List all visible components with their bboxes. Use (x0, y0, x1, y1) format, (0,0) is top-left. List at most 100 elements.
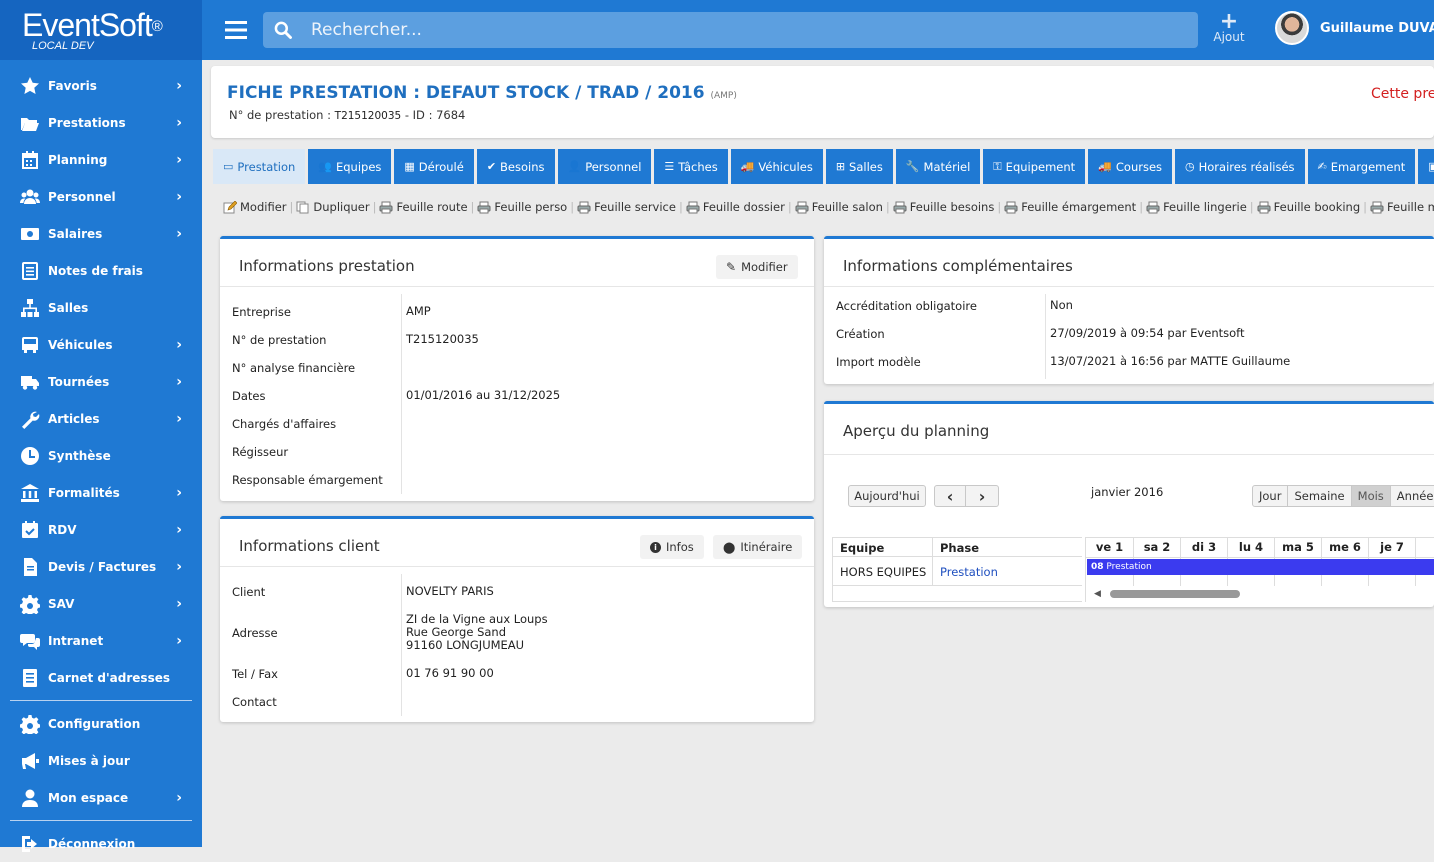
trademark: ® (151, 18, 163, 35)
field-label: Import modèle (836, 355, 921, 369)
gantt-bar[interactable]: 08 Prestation (1087, 559, 1434, 575)
sidebar-item-devis-factures[interactable]: Devis / Factures › (0, 548, 202, 585)
tab-besoins[interactable]: ✔ Besoins (476, 149, 555, 184)
view-jour[interactable]: Jour (1252, 485, 1289, 507)
horizontal-scrollbar[interactable] (1110, 590, 1240, 598)
field-value: 27/09/2019 à 09:54 par Eventsoft (1050, 326, 1245, 340)
search-icon[interactable] (273, 20, 293, 40)
top-bar: + Ajout Guillaume DUVAL (202, 0, 1434, 60)
user-name[interactable]: Guillaume DUVAL (1320, 21, 1434, 36)
sidebar-item-planning[interactable]: Planning › (0, 141, 202, 178)
gantt-head-sep (832, 556, 1082, 557)
action-feuille-besoins[interactable]: Feuille besoins (893, 200, 994, 214)
sidebar-item-configuration[interactable]: Configuration (0, 705, 202, 742)
field-label: Création (836, 327, 885, 341)
copy-icon (296, 201, 310, 214)
sidebar-divider (10, 700, 192, 701)
tab-salaires[interactable]: ▣Salaires (1418, 149, 1434, 184)
tab-horaires-réalisés[interactable]: ◷ Horaires réalisés (1175, 149, 1305, 184)
sidebar-item-favoris[interactable]: Favoris › (0, 67, 202, 104)
sidebar-item-salles[interactable]: Salles (0, 289, 202, 326)
next-button[interactable]: › (965, 485, 999, 507)
prev-button[interactable]: ‹ (934, 485, 966, 507)
nav-label: Tournées (48, 374, 110, 389)
nav-label: Carnet d'adresses (48, 670, 170, 685)
nav-label: Salaires (48, 226, 103, 241)
action-label: Feuille dossier (702, 200, 785, 214)
action-modifier[interactable]: Modifier (223, 200, 287, 214)
bus-icon (20, 335, 48, 355)
sidebar-item-tournées[interactable]: Tournées › (0, 363, 202, 400)
sidebar-item-notes-de-frais[interactable]: Notes de frais (0, 252, 202, 289)
today-button[interactable]: Aujourd'hui (848, 485, 926, 507)
view-semaine[interactable]: Semaine (1287, 485, 1352, 507)
tab-matériel[interactable]: 🔧 Matériel (895, 149, 981, 184)
infos-label: Infos (666, 540, 694, 554)
view-année[interactable]: Année (1389, 485, 1434, 507)
field-label: N° de prestation (232, 333, 327, 347)
sidebar-item-intranet[interactable]: Intranet › (0, 622, 202, 659)
app-logo[interactable]: EventSoft® LOCAL DEV (0, 0, 202, 60)
action-feuille-service[interactable]: Feuille service (577, 200, 676, 214)
action-feuille-salon[interactable]: Feuille salon (795, 200, 883, 214)
row-phase-link[interactable]: Prestation (940, 565, 998, 579)
sidebar-item-articles[interactable]: Articles › (0, 400, 202, 437)
tab-emargement[interactable]: ✍ Emargement (1307, 149, 1416, 184)
add-button[interactable]: + Ajout (1206, 9, 1252, 45)
sidebar-item-mon-espace[interactable]: Mon espace › (0, 779, 202, 816)
action-feuille-booking[interactable]: Feuille booking (1257, 200, 1360, 214)
sidebar-item-prestations[interactable]: Prestations › (0, 104, 202, 141)
tab-icon: ▦ (404, 160, 415, 173)
scroll-left-icon[interactable]: ◀ (1094, 589, 1101, 599)
tab-salles[interactable]: ⊞ Salles (825, 149, 893, 184)
sidebar-item-carnet-d-adresses[interactable]: Carnet d'adresses (0, 659, 202, 696)
sidebar-item-mises-à-jour[interactable]: Mises à jour (0, 742, 202, 779)
action-separator: | (1139, 200, 1144, 214)
sidebar-item-personnel[interactable]: Personnel › (0, 178, 202, 215)
sidebar-item-véhicules[interactable]: Véhicules › (0, 326, 202, 363)
action-feuille-émargement[interactable]: Feuille émargement (1004, 200, 1136, 214)
nav-label: Déconnexion (48, 836, 136, 851)
tab-icon: 🚚 (1098, 160, 1112, 173)
tab-icon: 🔧 (905, 160, 920, 173)
search-input[interactable] (311, 12, 1171, 48)
view-mois[interactable]: Mois (1350, 485, 1391, 507)
action-feuille-route[interactable]: Feuille route (379, 200, 468, 214)
tab-prestation[interactable]: ▭ Prestation (213, 149, 306, 184)
menu-icon[interactable] (224, 18, 248, 42)
itinerary-button[interactable]: ⬤ Itinéraire (713, 535, 803, 559)
action-feuille-perso[interactable]: Feuille perso (477, 200, 567, 214)
action-dupliquer[interactable]: Dupliquer (296, 200, 370, 214)
nav-label: RDV (48, 522, 77, 537)
tab-déroulé[interactable]: ▦ Déroulé (394, 149, 474, 184)
month-label: janvier 2016 (1091, 485, 1164, 499)
sidebar-item-déconnexion[interactable]: Déconnexion (0, 825, 202, 862)
gantt-bar-start: 08 (1091, 562, 1104, 572)
chevron-right-icon: › (176, 790, 182, 806)
sidebar-item-salaires[interactable]: Salaires › (0, 215, 202, 252)
tab-equipement[interactable]: ⚿ Equipement (983, 149, 1086, 184)
edit-prestation-button[interactable]: ✎ Modifier (716, 255, 798, 279)
infos-button[interactable]: i Infos (640, 535, 704, 559)
field-value: AMP (406, 304, 431, 318)
sidebar-item-sav[interactable]: SAV › (0, 585, 202, 622)
avatar[interactable] (1275, 11, 1309, 45)
field-label: Entreprise (232, 305, 291, 319)
nav-label: Mon espace (48, 790, 129, 805)
tab-personnel[interactable]: 👤 Personnel (557, 149, 652, 184)
action-feuille-dossier[interactable]: Feuille dossier (686, 200, 785, 214)
action-feuille-mission[interactable]: Feuille mission (1370, 200, 1434, 214)
tab-tâches[interactable]: ☰ Tâches (654, 149, 728, 184)
sidebar-item-formalités[interactable]: Formalités › (0, 474, 202, 511)
card-divider (220, 566, 814, 567)
sidebar-item-synthèse[interactable]: Synthèse (0, 437, 202, 474)
plus-icon: + (1219, 9, 1239, 34)
sidebar-item-rdv[interactable]: RDV › (0, 511, 202, 548)
tab-courses[interactable]: 🚚 Courses (1088, 149, 1173, 184)
tab-icon: ▣ (1428, 160, 1434, 173)
tab-véhicules[interactable]: 🚚 Véhicules (730, 149, 823, 184)
action-feuille-lingerie[interactable]: Feuille lingerie (1146, 200, 1247, 214)
tab-equipes[interactable]: 👥 Equipes (308, 149, 392, 184)
day-header: lu 4 (1227, 538, 1274, 557)
day-header: di 3 (1180, 538, 1227, 557)
